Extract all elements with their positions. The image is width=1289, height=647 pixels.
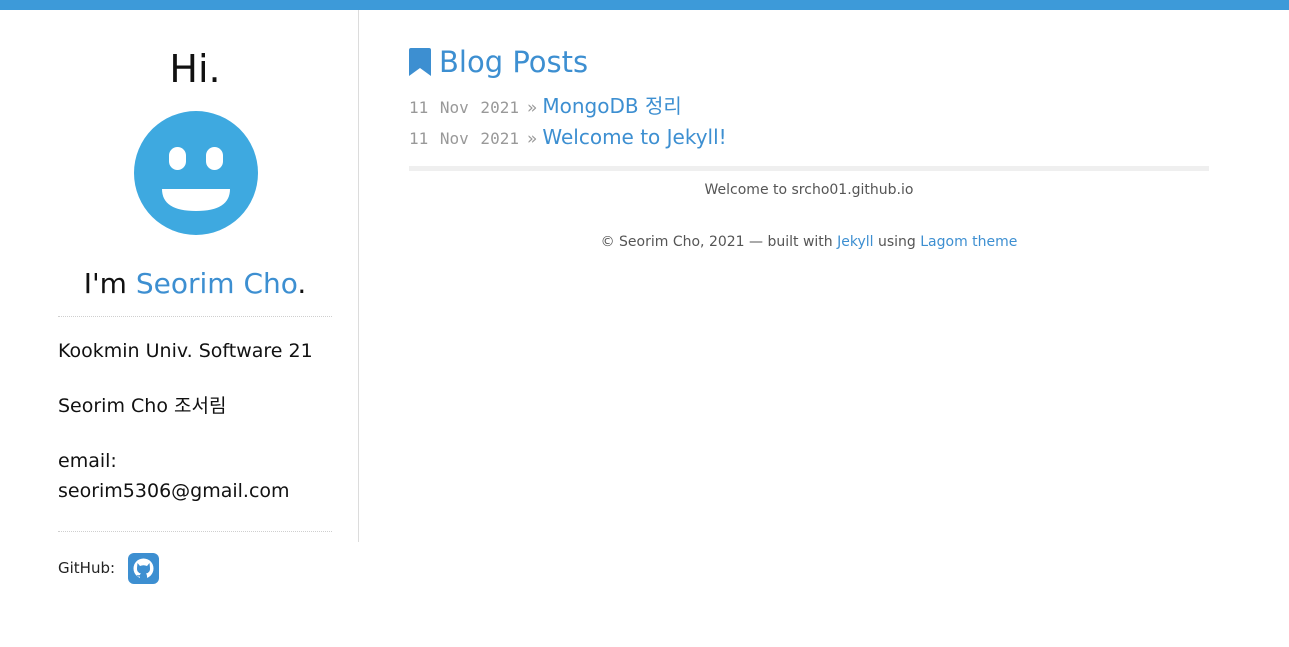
intro-suffix: . [297, 267, 307, 300]
footer: © Seorim Cho, 2021 — built with Jekyll u… [409, 232, 1209, 252]
sidebar: Hi. I'm Seorim Cho. Kookmin Univ. Softwa… [0, 10, 359, 542]
sidebar-divider-top [58, 316, 332, 317]
email-label: email: [58, 450, 117, 472]
post-date: 11 Nov 2021 [409, 98, 519, 117]
blog-posts-heading: Blog Posts [409, 42, 809, 82]
lagom-theme-link[interactable]: Lagom theme [920, 234, 1017, 250]
school-text: Kookmin Univ. Software 21 [58, 340, 313, 362]
post-date: 11 Nov 2021 [409, 129, 519, 148]
github-icon [133, 558, 154, 579]
smiley-face-icon [134, 111, 258, 235]
jekyll-link[interactable]: Jekyll [837, 234, 873, 250]
footer-middle: using [873, 234, 921, 250]
github-link-button[interactable] [128, 553, 159, 584]
post-item: 11 Nov 2021 » Welcome to Jekyll! [409, 123, 727, 151]
sidebar-divider-bottom [58, 531, 332, 532]
content-divider [409, 166, 1209, 171]
footer-prefix: © Seorim Cho, 2021 — built with [600, 234, 838, 250]
post-separator: » [526, 129, 538, 149]
intro-line: I'm Seorim Cho. [0, 266, 390, 302]
bookmark-icon [409, 48, 431, 76]
post-separator: » [526, 98, 538, 118]
post-link-welcome-jekyll[interactable]: Welcome to Jekyll! [542, 125, 726, 149]
intro-prefix: I'm [83, 267, 136, 300]
greeting: Hi. [169, 47, 221, 91]
blog-posts-title: Blog Posts [439, 45, 589, 79]
github-label: GitHub: [58, 559, 116, 577]
email-text: seorim5306@gmail.com [58, 480, 290, 502]
intro-name: Seorim Cho [135, 267, 298, 300]
welcome-text: Welcome to srcho01.github.io [704, 182, 914, 198]
name-text: Seorim Cho 조서림 [58, 395, 227, 417]
post-item: 11 Nov 2021 » MongoDB 정리 [409, 92, 682, 120]
top-accent-bar [0, 0, 1289, 10]
post-link-mongodb[interactable]: MongoDB 정리 [542, 94, 681, 118]
